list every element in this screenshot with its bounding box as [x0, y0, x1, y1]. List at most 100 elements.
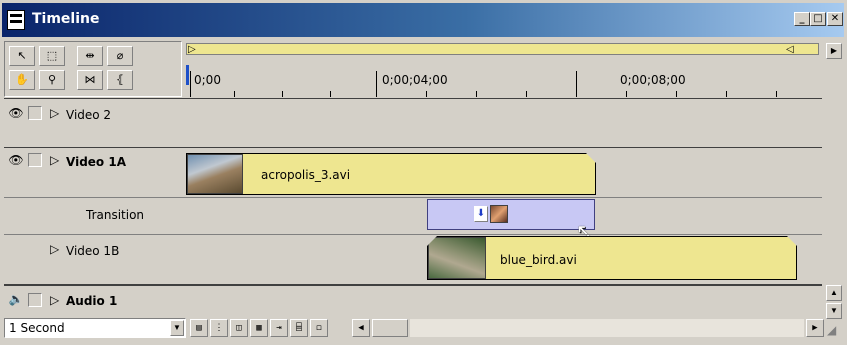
time-unit-select[interactable]: 1 Second ▼ — [4, 318, 186, 338]
ripple-icon[interactable]: ⌸ — [290, 319, 308, 337]
divider — [4, 98, 822, 99]
ruler-tick — [676, 91, 677, 97]
track-header-video-1b[interactable]: ▷ Video 1B — [4, 236, 182, 282]
lock-box[interactable] — [28, 153, 42, 167]
transition-clip[interactable]: ⬇ — [427, 199, 595, 230]
track-video-1a[interactable]: acropolis_3.avi — [186, 149, 822, 195]
ruler-tick — [426, 91, 427, 97]
timeline-window: Timeline _ □ ✕ ↖ ⬚ ⇹ ⌀ ✋ ⚲ ⋈ ⦃ ▷ ◁ 0;00 … — [0, 0, 847, 345]
ruler-tick — [476, 91, 477, 97]
horizontal-scroll-thumb[interactable] — [372, 319, 408, 337]
scroll-right-arrow-icon[interactable]: ▶ — [806, 319, 824, 337]
shift-tracks-icon[interactable]: ▦ — [250, 319, 268, 337]
toggle-snap-icon[interactable]: ⋮ — [210, 319, 228, 337]
scroll-down-arrow-icon[interactable]: ▼ — [826, 303, 842, 319]
track-format-icon[interactable]: ▤ — [190, 319, 208, 337]
ruler-tick — [234, 91, 235, 97]
expand-triangle-icon[interactable]: ▷ — [50, 153, 59, 167]
eye-icon[interactable]: 👁 — [8, 106, 24, 120]
clip-corner — [787, 236, 797, 246]
divider — [4, 197, 822, 198]
lock-box[interactable] — [28, 106, 42, 120]
transition-direction-icon[interactable]: ⬇ — [474, 206, 488, 222]
time-unit-value: 1 Second — [9, 321, 65, 335]
divider — [4, 234, 822, 235]
work-area-start-marker[interactable]: ▷ — [188, 44, 196, 55]
divider — [4, 284, 822, 286]
toolbox: ↖ ⬚ ⇹ ⌀ ✋ ⚲ ⋈ ⦃ — [4, 41, 182, 97]
track-transition[interactable]: ⬇ ↖ — [186, 199, 822, 243]
track-header-video-2[interactable]: 👁 ▷ Video 2 — [4, 100, 182, 146]
scroll-left-arrow-icon[interactable]: ◀ — [352, 319, 370, 337]
arrow-icon: ↖ — [17, 49, 27, 62]
window-title: Timeline — [32, 11, 100, 27]
sync-mode-icon[interactable]: ⇥ — [270, 319, 288, 337]
track-header-transition[interactable]: Transition — [4, 199, 182, 233]
edge-view-icon[interactable]: ◫ — [230, 319, 248, 337]
magnifier-icon: ⚲ — [47, 73, 57, 86]
link-icon: ⋈ — [84, 73, 96, 86]
time-ruler[interactable]: ▷ ◁ 0;00 0;00;04;00 0;00;08;00 — [186, 41, 822, 97]
link-tool[interactable]: ⋈ — [77, 70, 103, 90]
marker-icon[interactable]: ◻ — [310, 319, 328, 337]
divider — [4, 147, 822, 148]
track-label: Video 1B — [66, 244, 120, 258]
selection-tool[interactable]: ↖ — [9, 46, 35, 66]
hand-tool[interactable]: ✋ — [9, 70, 35, 90]
clip-thumbnail — [187, 154, 243, 194]
minimize-button[interactable]: _ — [794, 12, 810, 26]
lock-box[interactable] — [28, 293, 42, 307]
edit-line-marker[interactable] — [186, 65, 189, 85]
expand-triangle-icon[interactable]: ▷ — [50, 242, 59, 256]
track-video-2[interactable] — [186, 100, 822, 146]
ruler-tick — [626, 91, 627, 97]
title-bar[interactable]: Timeline _ □ ✕ — [2, 3, 844, 37]
timecode-label: 0;00;04;00 — [382, 73, 448, 87]
work-area-bar[interactable] — [186, 43, 819, 55]
ruler-tick — [282, 91, 283, 97]
in-out-tool[interactable]: ⦃ — [107, 70, 133, 90]
track-label: Transition — [86, 208, 145, 222]
range-select-tool[interactable]: ⬚ — [39, 46, 65, 66]
track-select-tool[interactable]: ⇹ — [77, 46, 103, 66]
track-audio-1[interactable] — [186, 288, 822, 314]
ruler-tick — [190, 71, 191, 97]
track-header-video-1a[interactable]: 👁 ▷ Video 1A — [4, 149, 182, 195]
ruler-tick — [776, 91, 777, 97]
speaker-icon[interactable]: 🔈 — [8, 292, 24, 306]
in-out-icon: ⦃ — [115, 73, 125, 86]
expand-triangle-icon[interactable]: ▷ — [50, 293, 59, 307]
clip-blue-bird[interactable]: blue_bird.avi — [427, 236, 797, 280]
clip-name: blue_bird.avi — [500, 253, 577, 267]
eye-icon[interactable]: 👁 — [8, 153, 24, 167]
close-button[interactable]: ✕ — [827, 12, 843, 26]
track-header-audio-1[interactable]: 🔈 ▷ Audio 1 — [4, 288, 182, 314]
maximize-button[interactable]: □ — [810, 12, 826, 26]
hand-icon: ✋ — [15, 73, 29, 86]
vertical-scrollbar[interactable]: ▶ ▲ ▼ — [825, 41, 843, 319]
track-label: Video 2 — [66, 108, 112, 122]
clip-corner — [586, 153, 596, 163]
ruler-tick — [376, 71, 377, 97]
razor-tool[interactable]: ⌀ — [107, 46, 133, 66]
horizontal-scroll-track[interactable] — [410, 319, 804, 337]
chevron-down-icon[interactable]: ▼ — [170, 320, 184, 336]
ruler-tick — [526, 91, 527, 97]
clip-acropolis[interactable]: acropolis_3.avi — [186, 153, 596, 195]
clip-corner — [427, 236, 437, 246]
ruler-tick — [576, 71, 577, 97]
zoom-tool[interactable]: ⚲ — [39, 70, 65, 90]
timeline-window-icon — [7, 10, 25, 30]
razor-icon: ⌀ — [116, 49, 124, 62]
clip-name: acropolis_3.avi — [261, 168, 351, 182]
transition-thumbnail-icon — [490, 205, 508, 223]
timecode-label: 0;00;08;00 — [620, 73, 686, 87]
track-video-1b[interactable]: blue_bird.avi — [186, 236, 822, 282]
scroll-right-arrow-icon[interactable]: ▶ — [826, 43, 842, 59]
scroll-up-arrow-icon[interactable]: ▲ — [826, 285, 842, 301]
expand-triangle-icon[interactable]: ▷ — [50, 106, 59, 120]
resize-grip-icon[interactable]: ◢ — [827, 323, 836, 337]
work-area-end-marker[interactable]: ◁ — [786, 44, 794, 55]
track-label: Video 1A — [66, 155, 126, 169]
ruler-tick — [330, 91, 331, 97]
